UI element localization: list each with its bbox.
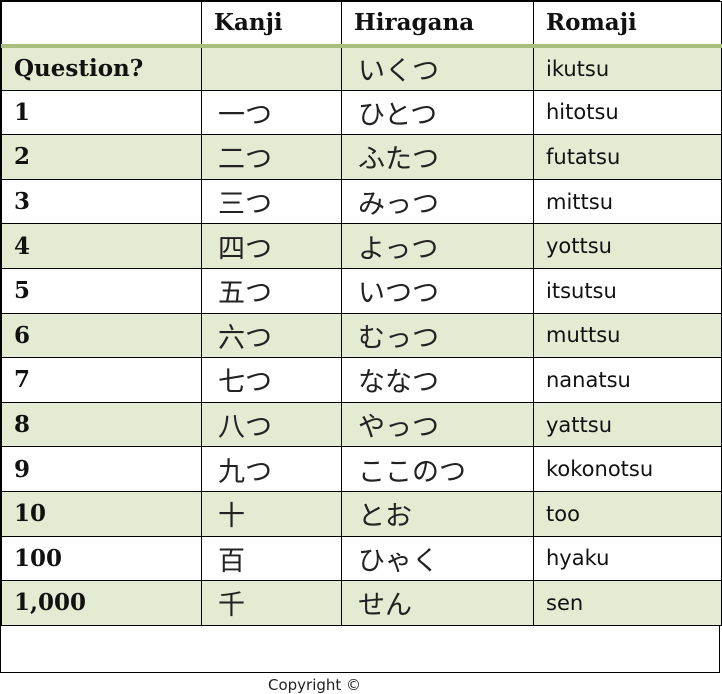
header-hiragana: Hiragana <box>341 1 534 48</box>
row-number-cell: 7 <box>1 357 202 403</box>
romaji-cell: kokonotsu <box>533 446 722 492</box>
hiragana-cell: いくつ <box>341 45 534 91</box>
table-row: 5 五つ いつつ itsutsu <box>1 267 722 314</box>
header-row: Kanji Hiragana Romaji <box>1 1 722 48</box>
row-number-cell: 4 <box>1 223 202 269</box>
header-number <box>1 1 202 48</box>
kanji-cell: 一つ <box>201 89 342 136</box>
table-row: 6 六つ むっつ muttsu <box>1 312 722 359</box>
table-row: 9 九つ ここのつ kokonotsu <box>1 446 722 492</box>
row-number-cell: 9 <box>1 446 202 492</box>
kanji-cell: 四つ <box>201 223 342 269</box>
hiragana-cell: いつつ <box>341 267 534 314</box>
romaji-cell: sen <box>533 580 722 626</box>
kanji-cell: 五つ <box>201 267 342 314</box>
table-row: Question? いくつ ikutsu <box>1 45 722 91</box>
table-header: Kanji Hiragana Romaji <box>1 1 722 48</box>
hiragana-cell: よっつ <box>341 223 534 269</box>
row-number-cell: 1 <box>1 89 202 136</box>
row-number-cell: 8 <box>1 401 202 448</box>
header-kanji: Kanji <box>201 1 342 48</box>
romaji-cell: futatsu <box>533 134 722 180</box>
romaji-cell: yattsu <box>533 401 722 448</box>
row-number-cell: 6 <box>1 312 202 359</box>
table-row: 1,000 千せん sen <box>1 580 722 626</box>
table-row: 1 一つ ひとつ hitotsu <box>1 89 722 136</box>
romaji-cell: itsutsu <box>533 267 722 314</box>
romaji-cell: mittsu <box>533 178 722 225</box>
header-romaji: Romaji <box>533 1 722 48</box>
romaji-cell: hitotsu <box>533 89 722 136</box>
hiragana-cell: せん <box>341 580 534 626</box>
table-row: 10 十とお too <box>1 490 722 537</box>
copyright-notice: Copyright © <box>268 676 362 694</box>
table-row: 7 七つ ななつ nanatsu <box>1 357 722 403</box>
table-row: 8 八つ やっつ yattsu <box>1 401 722 448</box>
hiragana-cell: みっつ <box>341 178 534 225</box>
kanji-cell: 千 <box>201 580 342 626</box>
row-number-cell: 5 <box>1 267 202 314</box>
kanji-cell: 八つ <box>201 401 342 448</box>
kanji-cell: 十 <box>201 490 342 537</box>
hiragana-cell: ひとつ <box>341 89 534 136</box>
counting-table: Kanji Hiragana Romaji Question? いくつ ikutsu… <box>1 1 722 626</box>
row-number-cell: 100 <box>1 535 202 582</box>
romaji-cell: muttsu <box>533 312 722 359</box>
hiragana-cell: とお <box>341 490 534 537</box>
table-row: 4 四つ よっつ yottsu <box>1 223 722 269</box>
romaji-cell: nanatsu <box>533 357 722 403</box>
table-body: Question? いくつ ikutsu 1 一つ ひとつ hitotsu 2 二つ ふたつ fut… <box>1 45 722 626</box>
kanji-cell: 九つ <box>201 446 342 492</box>
row-number-cell: 1,000 <box>1 580 202 626</box>
table-row: 3 三つ みっつ mittsu <box>1 178 722 225</box>
hiragana-cell: やっつ <box>341 401 534 448</box>
row-number-cell: Question? <box>1 45 202 91</box>
table-row: 100 百ひゃく hyaku <box>1 535 722 582</box>
romaji-cell: yottsu <box>533 223 722 269</box>
romaji-cell: too <box>533 490 722 537</box>
hiragana-cell: むっつ <box>341 312 534 359</box>
kanji-cell: 百 <box>201 535 342 582</box>
kanji-cell <box>201 45 342 91</box>
kanji-cell: 二つ <box>201 134 342 180</box>
kanji-cell: 三つ <box>201 178 342 225</box>
romaji-cell: ikutsu <box>533 45 722 91</box>
row-number-cell: 3 <box>1 178 202 225</box>
hiragana-cell: ななつ <box>341 357 534 403</box>
hiragana-cell: ここのつ <box>341 446 534 492</box>
romaji-cell: hyaku <box>533 535 722 582</box>
counting-table-frame: Kanji Hiragana Romaji Question? いくつ ikutsu… <box>0 0 722 673</box>
hiragana-cell: ひゃく <box>341 535 534 582</box>
row-number-cell: 10 <box>1 490 202 537</box>
row-number-cell: 2 <box>1 134 202 180</box>
kanji-cell: 七つ <box>201 357 342 403</box>
kanji-cell: 六つ <box>201 312 342 359</box>
hiragana-cell: ふたつ <box>341 134 534 180</box>
table-row: 2 二つ ふたつ futatsu <box>1 134 722 180</box>
